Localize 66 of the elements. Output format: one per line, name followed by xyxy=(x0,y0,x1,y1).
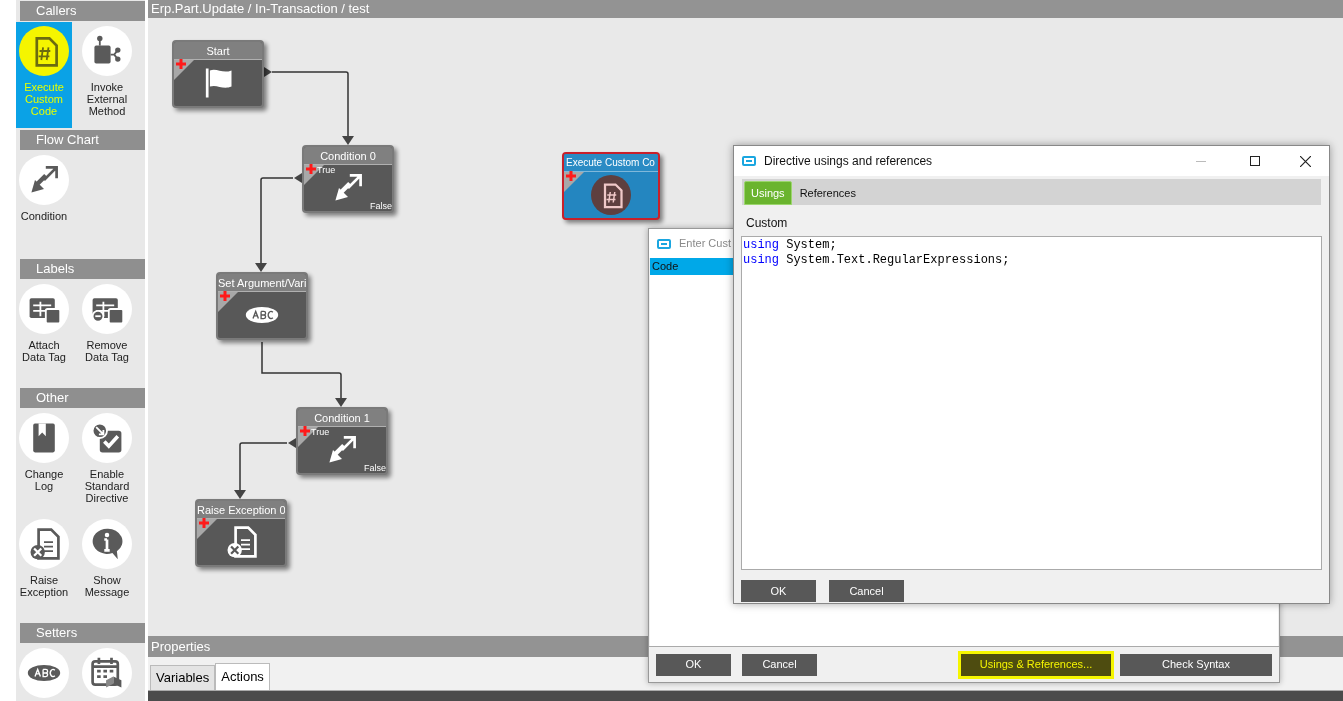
dialog-tab[interactable]: References xyxy=(793,181,862,205)
flow-node[interactable]: Execute Custom Co xyxy=(562,152,660,220)
node-title: Start xyxy=(174,42,262,60)
node-title: Condition 0 xyxy=(304,147,392,165)
node-title: Raise Exception 0 xyxy=(197,501,285,519)
code-file-icon xyxy=(591,175,631,215)
add-icon[interactable] xyxy=(176,59,186,69)
dialog-button[interactable]: Usings & References... xyxy=(961,653,1111,676)
false-label: False xyxy=(364,463,386,473)
table-tag-icon xyxy=(19,284,69,334)
window-icon xyxy=(657,238,671,249)
palette-tile[interactable]: Remove Data Tag xyxy=(76,280,138,386)
tile-label: Raise Exception xyxy=(18,574,70,598)
window-icon xyxy=(742,156,756,166)
table-remove-icon xyxy=(82,284,132,334)
tile-label: Execute Custom Code xyxy=(23,81,65,117)
info-bubble-icon xyxy=(82,519,132,569)
properties-tab[interactable]: Actions xyxy=(215,663,270,690)
flow-node[interactable]: Set Argument/Vari xyxy=(216,272,308,340)
usings-editor[interactable]: using System; using System.Text.RegularExpressions; xyxy=(741,236,1322,570)
maximize-icon[interactable] xyxy=(1250,156,1260,166)
dialog-button[interactable]: OK xyxy=(741,580,816,602)
connector-block-icon xyxy=(82,26,132,76)
dialog-button[interactable]: Cancel xyxy=(742,653,817,676)
node-title: Condition 1 xyxy=(298,409,386,427)
dialog-button[interactable]: Check Syntax xyxy=(1120,653,1272,676)
abc-label-icon xyxy=(19,648,69,698)
properties-tab[interactable]: Variables xyxy=(150,665,216,690)
palette-tile[interactable]: Enable Standard Directive xyxy=(76,409,138,515)
code-line: using System; xyxy=(743,238,838,253)
node-title: Set Argument/Vari xyxy=(218,274,306,292)
palette-tile[interactable]: Change Log xyxy=(16,409,72,515)
window-title: Enter Cust xyxy=(679,236,731,252)
connector-arrow xyxy=(234,442,288,499)
palette-tile[interactable]: Attach Data Tag xyxy=(16,280,72,386)
section-label: Custom xyxy=(746,215,789,232)
palette-tile[interactable]: Invoke External Method xyxy=(76,22,138,128)
bookmark-book-icon xyxy=(19,413,69,463)
tile-label: Remove Data Tag xyxy=(84,339,130,363)
add-icon[interactable] xyxy=(566,171,576,181)
flow-node[interactable]: Start xyxy=(172,40,264,108)
dialog-button[interactable]: OK xyxy=(656,653,731,676)
flow-node[interactable]: Raise Exception 0 xyxy=(195,499,287,567)
calendar-icon xyxy=(82,648,132,698)
close-icon[interactable] xyxy=(1300,155,1311,167)
tile-label: Show Message xyxy=(83,574,131,598)
false-label: False xyxy=(370,201,392,211)
palette-tile[interactable]: Show Message xyxy=(76,515,138,621)
document-error-icon xyxy=(19,519,69,569)
minimize-icon[interactable] xyxy=(1196,160,1206,162)
palette-tile[interactable]: Raise Exception xyxy=(16,515,72,621)
tile-label: Enable Standard Directive xyxy=(83,468,131,504)
window-title: Directive usings and references xyxy=(764,153,934,170)
checkbox-icon xyxy=(82,413,132,463)
breadcrumb-bar: Erp.Part.Update / In-Transaction / test xyxy=(148,0,1343,18)
add-icon[interactable] xyxy=(220,291,230,301)
add-icon[interactable] xyxy=(199,518,209,528)
tile-label: Change Log xyxy=(23,468,65,492)
code-file-icon xyxy=(19,26,69,76)
palette-tile[interactable]: Condition xyxy=(16,151,72,257)
diagonal-arrows-icon xyxy=(19,155,69,205)
dialog-button[interactable]: Cancel xyxy=(829,580,904,602)
tile-label: Condition xyxy=(20,210,68,222)
tile-label: Attach Data Tag xyxy=(21,339,67,363)
tile-label: Invoke External Method xyxy=(85,81,129,117)
node-title: Execute Custom Co xyxy=(564,154,658,172)
